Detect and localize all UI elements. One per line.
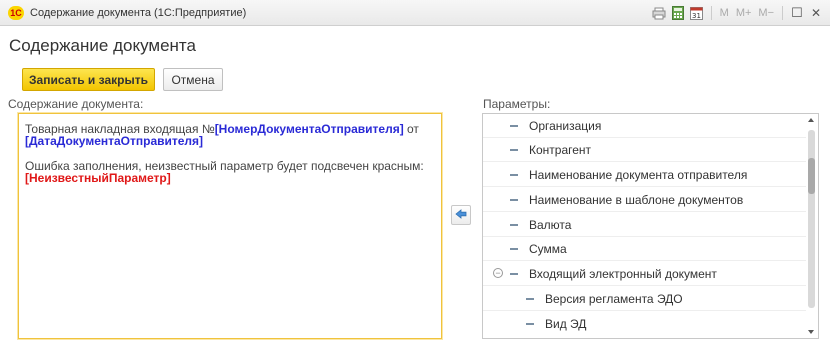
list-item-amount[interactable]: Сумма (483, 237, 808, 261)
titlebar-tools: 31 M M+ M− ☐ ✕ (651, 4, 824, 22)
param-dash-icon (510, 198, 518, 201)
cancel-button[interactable]: Отмена (163, 68, 223, 91)
editor-line-2: [ДатаДокументаОтправителя] (25, 135, 435, 147)
param-dash-icon (510, 173, 518, 176)
editor-line-4: [НеизвестныйПараметр] (25, 172, 435, 184)
list-item-label: Контрагент (529, 142, 592, 157)
list-item-currency[interactable]: Валюта (483, 213, 808, 237)
param-unknown: [НеизвестныйПараметр] (25, 171, 171, 185)
list-item-label: Входящий электронный документ (529, 266, 717, 281)
print-icon[interactable] (651, 5, 667, 21)
list-item-edo-version[interactable]: Версия регламента ЭДО (483, 287, 808, 311)
param-dash-icon (510, 272, 518, 275)
form-title: Содержание документа (9, 36, 196, 55)
param-dash-icon (526, 323, 534, 325)
params-scrollbar[interactable] (806, 114, 818, 338)
list-item-label: Валюта (529, 217, 572, 232)
param-dash-icon (510, 148, 518, 151)
app-logo-icon: 1С (8, 6, 24, 20)
close-window-icon[interactable]: ✕ (808, 5, 824, 21)
toolbar-separator (710, 6, 712, 20)
content-label: Содержание документа: (8, 97, 144, 111)
params-list[interactable]: Организация Контрагент Наименование доку… (482, 113, 819, 339)
param-dash-icon (510, 124, 518, 127)
memory-m-button[interactable]: M (718, 5, 731, 21)
list-item-ed-type[interactable]: Вид ЭД (483, 312, 808, 336)
content-editor[interactable]: Товарная накладная входящая №[НомерДокум… (18, 113, 442, 339)
save-and-close-button[interactable]: Записать и закрыть (22, 68, 155, 91)
svg-text:31: 31 (692, 12, 701, 20)
list-item-template-name[interactable]: Наименование в шаблоне документов (483, 188, 808, 212)
param-dash-icon (510, 247, 518, 250)
list-item-label: Вид ЭД (545, 317, 587, 331)
list-item-label: Сумма (529, 241, 567, 256)
window-title: Содержание документа (1С:Предприятие) (30, 7, 247, 19)
list-item-organization[interactable]: Организация (483, 114, 808, 138)
insert-param-button[interactable] (451, 205, 471, 225)
calculator-icon[interactable] (670, 5, 686, 21)
calendar-icon[interactable]: 31 (689, 5, 705, 21)
scroll-up-icon[interactable] (808, 118, 814, 122)
editor-text: от (403, 122, 419, 136)
param-dash-icon (526, 297, 534, 300)
param-sender-doc-number: [НомерДокументаОтправителя] (214, 122, 404, 136)
scroll-down-icon[interactable] (808, 330, 814, 334)
memory-minus-button[interactable]: M− (756, 5, 776, 21)
param-dash-icon (510, 223, 518, 226)
memory-plus-button[interactable]: M+ (734, 5, 754, 21)
restore-window-icon[interactable]: ☐ (789, 5, 805, 21)
list-item-sender-doc-name[interactable]: Наименование документа отправителя (483, 163, 808, 187)
window-titlebar: 1С Содержание документа (1С:Предприятие)… (0, 0, 830, 26)
scrollbar-track[interactable] (808, 130, 815, 308)
list-item-label: Организация (529, 118, 602, 133)
list-item-label: Наименование в шаблоне документов (529, 192, 744, 207)
arrow-left-icon (455, 208, 467, 222)
list-item-label: Версия регламента ЭДО (545, 291, 683, 306)
list-item-label: Наименование документа отправителя (529, 167, 748, 182)
minus-circle-icon[interactable]: − (493, 268, 503, 278)
params-label: Параметры: (483, 97, 551, 111)
toolbar-separator (782, 6, 783, 20)
list-item-counterparty[interactable]: Контрагент (483, 138, 808, 162)
param-sender-doc-date: [ДатаДокументаОтправителя] (25, 134, 204, 148)
scrollbar-thumb[interactable] (808, 158, 815, 194)
list-item-incoming-edoc[interactable]: − Входящий электронный документ (483, 262, 808, 286)
